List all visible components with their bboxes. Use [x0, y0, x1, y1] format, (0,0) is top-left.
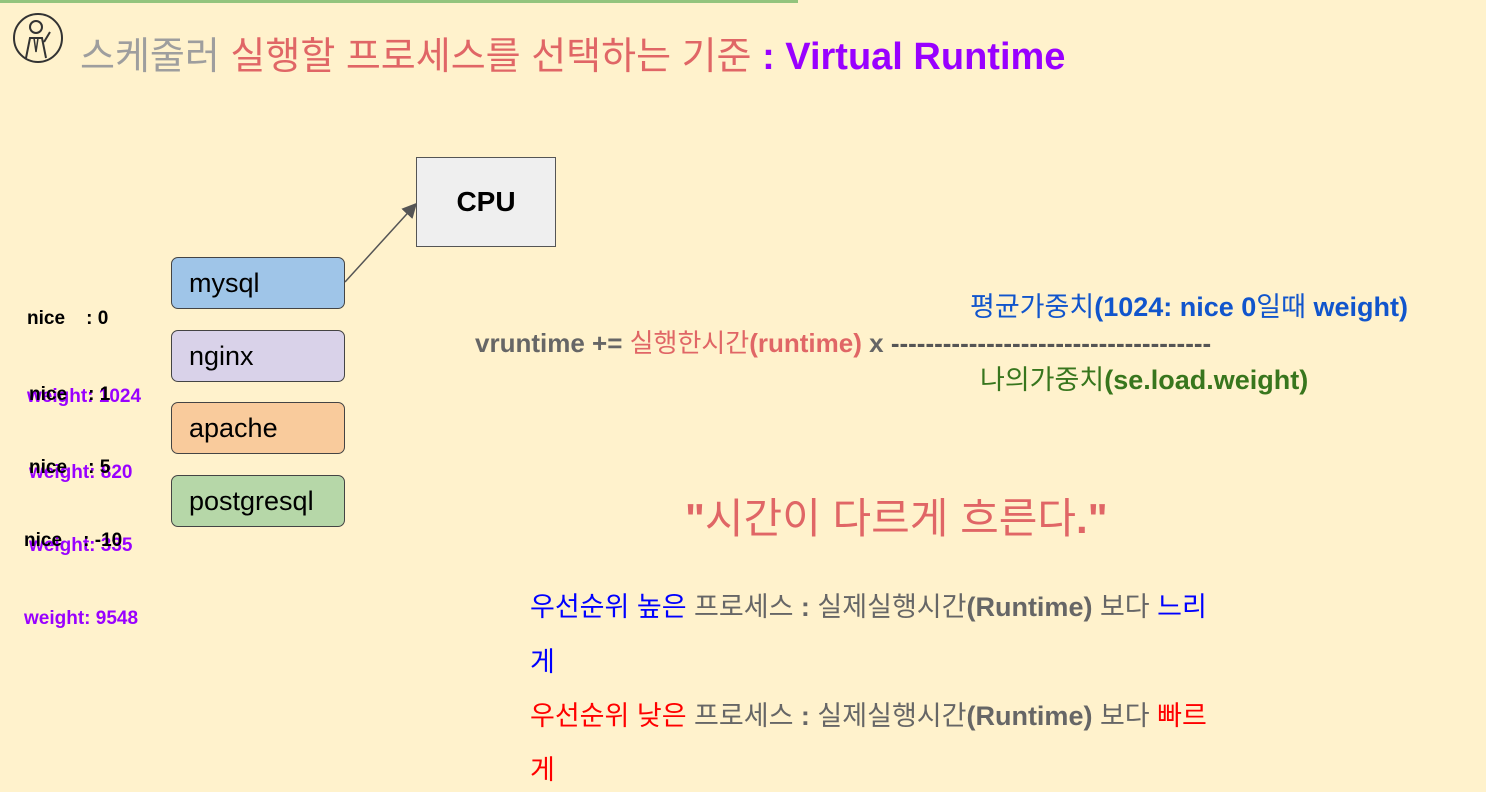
cpu-box: CPU [416, 157, 556, 247]
vruntime-formula: vruntime += 실행한시간(runtime) x -----------… [475, 328, 1212, 358]
note-low-priority: 우선순위 낮은 프로세스 : 실제실행시간(Runtime) 보다 빠르 [530, 701, 1207, 731]
formula-denominator: 나의가중치(se.load.weight) [980, 365, 1309, 395]
nice-label-postgresql: nice : -10 weight: 9548 [24, 530, 139, 629]
time-flows-quote: "시간이 다르게 흐른다." [685, 495, 1108, 542]
title-vruntime: : Virtual Runtime [751, 36, 1066, 78]
process-postgresql: postgresql [171, 475, 345, 527]
process-mysql: mysql [171, 257, 345, 309]
process-nginx: nginx [171, 330, 345, 382]
note-high-priority-cont: 게 [530, 647, 555, 677]
title-scheduler: 스케줄러 [80, 36, 231, 78]
fraction-bar: ------------------------------------- [890, 328, 1212, 358]
note-high-priority: 우선순위 높은 프로세스 : 실제실행시간(Runtime) 보다 느리 [530, 592, 1207, 622]
top-divider [0, 0, 798, 3]
process-apache: apache [171, 402, 345, 454]
title-criteria: 실행할 프로세스를 선택하는 기준 [230, 36, 752, 78]
page-title: 스케줄러 실행할 프로세스를 선택하는 기준 : Virtual Runtime [80, 34, 1065, 80]
note-low-priority-cont: 게 [530, 755, 555, 785]
logo-icon [13, 13, 63, 63]
cpu-label: CPU [456, 186, 516, 217]
formula-numerator: 평균가중치(1024: nice 0일때 weight) [970, 292, 1408, 322]
